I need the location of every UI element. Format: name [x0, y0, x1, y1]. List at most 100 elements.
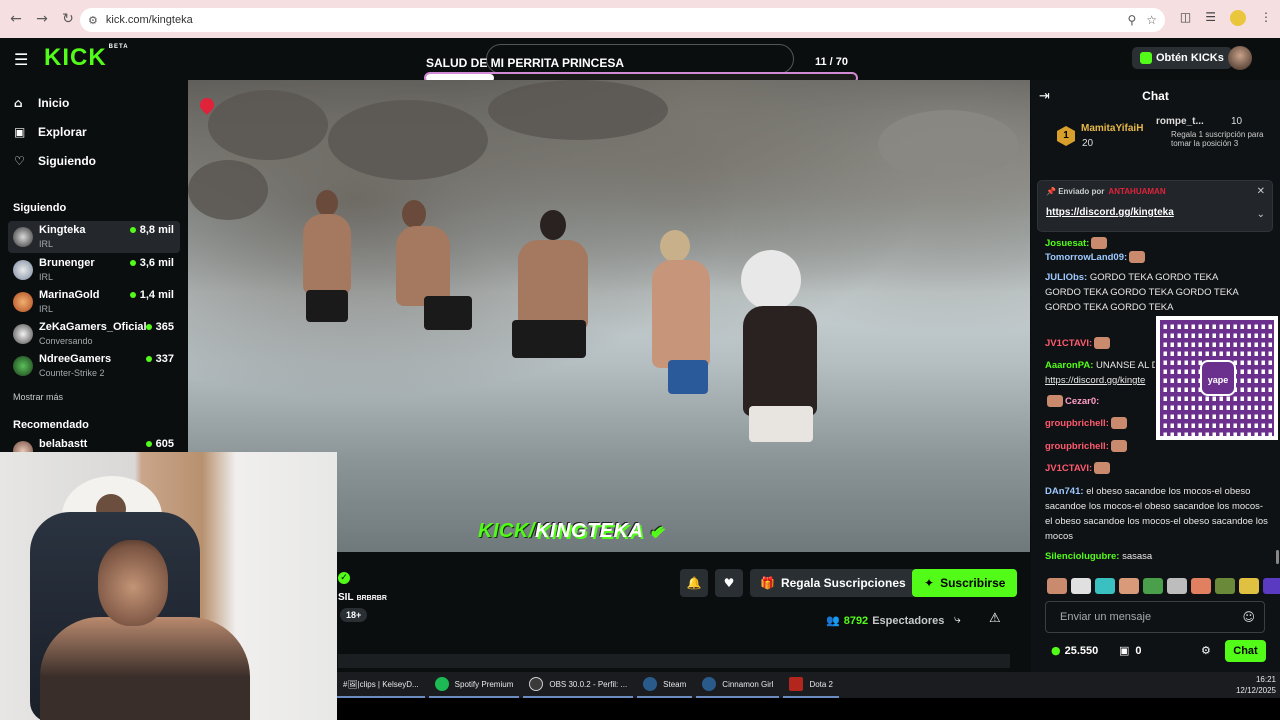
chat-message-field[interactable]: [1046, 602, 1264, 632]
report-warning-icon[interactable]: ⚠: [989, 611, 1001, 626]
chat-username[interactable]: Josuesat:: [1045, 238, 1089, 249]
chat-message: AaaronPA: UNANSE AL D: [1045, 358, 1155, 373]
following-title: Siguiendo: [13, 202, 67, 214]
bottom-strip: [337, 698, 1280, 720]
address-bar[interactable]: ⚙ kick.com/kingteka ⚲ ☆: [80, 8, 1165, 32]
leaderboard-second-user[interactable]: rompe_t...: [1156, 116, 1204, 127]
taskbar-item-spotify[interactable]: Spotify Premium: [428, 672, 520, 698]
show-more-link[interactable]: Mostrar más: [13, 392, 63, 402]
forward-icon[interactable]: →: [32, 9, 52, 29]
sidebar-nav-siguiendo[interactable]: ♡ Siguiendo: [14, 154, 96, 168]
taskbar-item-dota2[interactable]: Dota 2: [783, 672, 840, 698]
emote-icon: [1110, 440, 1127, 453]
subscribe-button[interactable]: ✦ Suscribirse: [912, 569, 1018, 597]
sidebar-channel-kingteka[interactable]: Kingteka IRL 8,8 mil: [8, 221, 180, 253]
chat-username[interactable]: JV1CTAVI:: [1045, 338, 1092, 349]
leaderboard-first-user[interactable]: MamitaYifaiH: [1081, 123, 1143, 134]
emote-icon[interactable]: [1239, 578, 1259, 594]
emote-icon[interactable]: [1263, 578, 1280, 594]
media-icon[interactable]: ☰: [1205, 10, 1216, 26]
taskbar-item-cinnamon-girl[interactable]: Cinnamon Girl: [696, 672, 780, 698]
user-avatar[interactable]: [1228, 46, 1252, 70]
site-info-icon[interactable]: ⚙: [88, 14, 98, 27]
back-icon[interactable]: ←: [6, 9, 26, 29]
taskbar-item-steam[interactable]: Steam: [637, 672, 693, 698]
follow-button[interactable]: ♥: [715, 569, 743, 597]
url-text[interactable]: kick.com/kingteka: [106, 14, 193, 26]
channel-points[interactable]: ● 25.550: [1051, 644, 1098, 657]
spotify-icon: [434, 677, 449, 691]
zoom-icon[interactable]: ⚲: [1127, 13, 1136, 27]
poll-title: SALUD DE MI PERRITA PRINCESA: [426, 56, 625, 70]
pinned-by: 📌 Enviado por ANTAHUAMAN: [1046, 187, 1166, 196]
browser-toolbar: ← → ↻ ⚙ kick.com/kingteka ⚲ ☆ ◫ ☰ ⋮: [0, 0, 1280, 38]
sidebar-channel-brunenger[interactable]: Brunenger IRL 3,6 mil: [8, 254, 180, 286]
leaderboard-second-count: 10: [1231, 116, 1243, 127]
sidebar-channel-zekagamers[interactable]: ZeKaGamers_Oficial Conversando 365: [8, 318, 180, 350]
avatar: [13, 292, 33, 312]
gift-subs-button[interactable]: 🎁 Regala Suscripciones: [750, 569, 916, 597]
taskbar-item-discord[interactable]: #🖼|clips | KelseyD...: [337, 672, 425, 698]
chat-username[interactable]: DAn741:: [1045, 486, 1084, 497]
emote-icon[interactable]: [1215, 578, 1235, 594]
sidebar-channel-ndreegamers[interactable]: NdreeGamers Counter-Strike 2 337: [8, 350, 180, 382]
emote-icon[interactable]: [1143, 578, 1163, 594]
bookmark-star-icon[interactable]: ☆: [1146, 13, 1157, 27]
taskbar-label: #🖼|clips | KelseyD...: [343, 679, 419, 689]
sidebar-nav-inicio[interactable]: ⌂ Inicio: [14, 96, 69, 110]
emoji-picker-icon[interactable]: ☺: [1242, 610, 1255, 624]
stream-title: SIL BRBRBR: [338, 592, 387, 603]
sidebar: ⌂ Inicio ▣ Explorar ♡ Siguiendo Siguiendo K…: [0, 80, 188, 461]
hamburger-menu-icon[interactable]: ☰: [14, 50, 28, 69]
chat-username[interactable]: Silenciolugubre:: [1045, 551, 1119, 562]
channel-name: belabastt: [39, 438, 88, 450]
share-icon[interactable]: ⤷: [954, 612, 961, 627]
emote-icon[interactable]: [1167, 578, 1187, 594]
chat-username[interactable]: JV1CTAVI:: [1045, 463, 1092, 474]
get-kicks-button[interactable]: Obtén KICKs: [1132, 47, 1232, 69]
profile-extension-icon[interactable]: [1230, 10, 1246, 26]
emote-icon[interactable]: [1095, 578, 1115, 594]
sidebar-channel-marinagold[interactable]: MarinaGold IRL 1,4 mil: [8, 286, 180, 318]
chat-username[interactable]: groupbrichell:: [1045, 418, 1109, 429]
chat-send-button[interactable]: Chat: [1225, 640, 1266, 662]
nav-label: Explorar: [38, 125, 87, 139]
viewer-count-label: Espectadores: [872, 614, 945, 627]
chat-panel: ⇥ Chat 1 MamitaYifaiH 20 rompe_t... 10 R…: [1031, 80, 1280, 672]
channel-category: Conversando: [39, 336, 93, 346]
chat-username[interactable]: JULIObs:: [1045, 272, 1087, 283]
chat-settings-icon[interactable]: ⚙: [1201, 644, 1211, 657]
unpin-icon[interactable]: ✕: [1257, 186, 1265, 197]
bell-icon: 🔔: [686, 576, 702, 590]
sidebar-nav-explorar[interactable]: ▣ Explorar: [14, 125, 87, 139]
extensions-icon[interactable]: ◫: [1180, 10, 1191, 26]
channel-viewers: 605: [146, 438, 174, 450]
emote-icon[interactable]: [1047, 578, 1067, 594]
chat-username[interactable]: TomorrowLand09:: [1045, 252, 1127, 263]
reload-icon[interactable]: ↻: [58, 9, 78, 29]
chat-link[interactable]: https://discord.gg/kingte: [1045, 373, 1155, 388]
heart-icon: ♡: [14, 154, 25, 168]
leaderboard-note: Regala 1 suscripción para tomar la posic…: [1171, 130, 1264, 148]
gift-box-icon: ▣: [1119, 644, 1130, 657]
taskbar-item-obs[interactable]: OBS 30.0.2 - Perfil: ...: [523, 672, 634, 698]
taskbar-clock[interactable]: 16:21 12/12/2025: [1236, 674, 1276, 696]
chat-username[interactable]: groupbrichell:: [1045, 441, 1109, 452]
users-icon: 👥: [826, 614, 840, 627]
pinned-user[interactable]: ANTAHUAMAN: [1108, 187, 1165, 196]
chat-username[interactable]: Cezar0:: [1065, 396, 1099, 407]
chat-scrollbar[interactable]: [1276, 550, 1279, 564]
notification-bell-button[interactable]: 🔔: [680, 569, 708, 597]
kick-logo[interactable]: KICK BETA: [44, 44, 129, 72]
emote-icon[interactable]: [1119, 578, 1139, 594]
emote-icon[interactable]: [1191, 578, 1211, 594]
yape-logo: yape: [1200, 360, 1236, 396]
chevron-down-icon[interactable]: ⌄: [1257, 209, 1265, 220]
chat-input[interactable]: ☺: [1045, 601, 1265, 633]
emote-icon[interactable]: [1071, 578, 1091, 594]
pinned-link[interactable]: https://discord.gg/kingteka: [1046, 207, 1174, 218]
chat-message: Silenciolugubre: sasasa: [1045, 549, 1269, 564]
chat-username[interactable]: AaaronPA:: [1045, 360, 1093, 371]
gift-count[interactable]: ▣ 0: [1119, 644, 1142, 657]
browser-menu-icon[interactable]: ⋮: [1260, 10, 1272, 26]
